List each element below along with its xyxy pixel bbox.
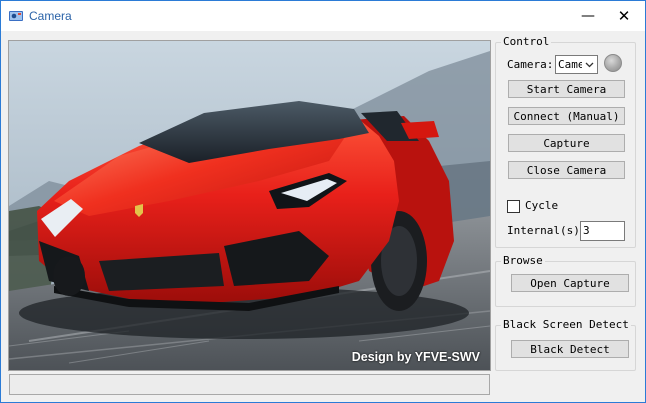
capture-button[interactable]: Capture xyxy=(508,134,625,152)
open-capture-button[interactable]: Open Capture xyxy=(511,274,629,292)
chevron-down-icon xyxy=(585,62,594,68)
camera-window: Camera — ✕ Design by YFVE-SWV Control Ca… xyxy=(0,0,646,403)
control-group: Control Camera: Camera Start Camera Conn… xyxy=(495,35,636,248)
camera-preview: Design by YFVE-SWV xyxy=(8,40,491,371)
camera-select-value: Camera xyxy=(558,58,582,71)
title-bar[interactable]: Camera — ✕ xyxy=(1,1,645,31)
close-camera-button[interactable]: Close Camera xyxy=(508,161,625,179)
black-screen-detect-legend: Black Screen Detect xyxy=(501,318,631,332)
minimize-button[interactable]: — xyxy=(569,1,607,31)
browse-legend: Browse xyxy=(501,254,545,268)
preview-watermark: Design by YFVE-SWV xyxy=(351,350,480,364)
cycle-label: Cycle xyxy=(525,199,559,212)
interval-label: Internal(s) xyxy=(507,224,580,237)
window-title: Camera xyxy=(29,9,72,23)
interval-input[interactable]: 3 xyxy=(580,221,625,241)
browse-group: Browse Open Capture xyxy=(495,254,636,307)
camera-label: Camera: xyxy=(507,58,554,71)
black-screen-detect-group: Black Screen Detect Black Detect xyxy=(495,318,636,371)
control-legend: Control xyxy=(501,35,552,49)
cycle-checkbox[interactable] xyxy=(507,200,520,213)
black-detect-button[interactable]: Black Detect xyxy=(511,340,629,358)
status-bar xyxy=(9,374,490,395)
car-image xyxy=(9,41,490,370)
start-camera-button[interactable]: Start Camera xyxy=(508,80,625,98)
connect-manual-button[interactable]: Connect (Manual) xyxy=(508,107,625,125)
camera-select[interactable]: Camera xyxy=(555,55,598,74)
close-window-button[interactable]: ✕ xyxy=(605,1,643,31)
camera-app-icon xyxy=(9,11,23,21)
camera-status-indicator xyxy=(604,54,622,72)
